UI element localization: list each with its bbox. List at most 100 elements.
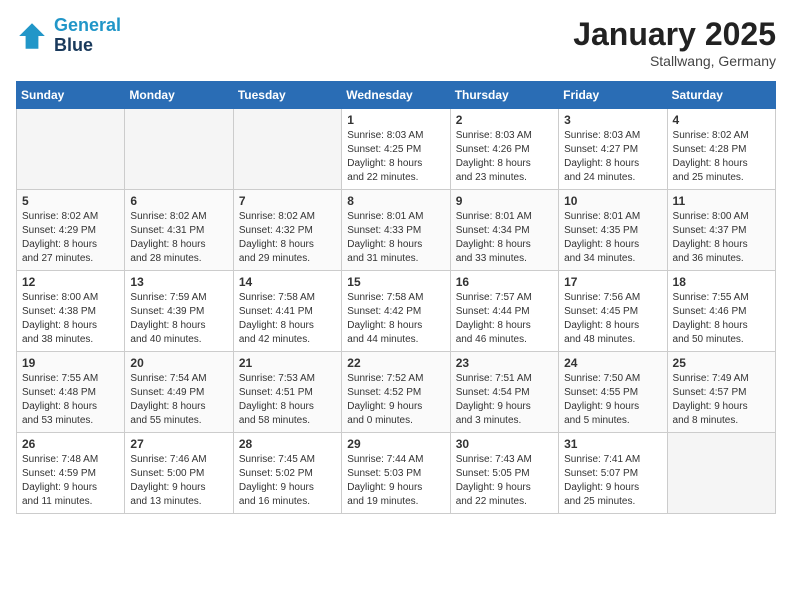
- day-info: Sunrise: 7:41 AMSunset: 5:07 PMDaylight:…: [564, 453, 661, 509]
- calendar-cell: 5 Sunrise: 8:02 AMSunset: 4:29 PMDaylight…: [17, 190, 125, 271]
- day-info: Sunrise: 7:51 AMSunset: 4:54 PMDaylight:…: [456, 372, 553, 428]
- weekday-header-tuesday: Tuesday: [233, 82, 341, 109]
- day-info: Sunrise: 7:53 AMSunset: 4:51 PMDaylight:…: [239, 372, 336, 428]
- day-info: Sunrise: 8:01 AMSunset: 4:33 PMDaylight:…: [347, 210, 444, 266]
- calendar-cell: 4 Sunrise: 8:02 AMSunset: 4:28 PMDaylight…: [667, 109, 775, 190]
- day-info: Sunrise: 7:48 AMSunset: 4:59 PMDaylight:…: [22, 453, 119, 509]
- day-number: 24: [564, 356, 661, 370]
- calendar-week-5: 26 Sunrise: 7:48 AMSunset: 4:59 PMDayligh…: [17, 433, 776, 514]
- day-info: Sunrise: 7:52 AMSunset: 4:52 PMDaylight:…: [347, 372, 444, 428]
- calendar-cell: 17Sunrise: 7:56 AMSunset: 4:45 PMDayligh…: [559, 271, 667, 352]
- day-number: 12: [22, 275, 119, 289]
- day-info: Sunrise: 8:02 AMSunset: 4:28 PMDaylight:…: [673, 129, 770, 185]
- day-number: 22: [347, 356, 444, 370]
- day-info: Sunrise: 8:03 AMSunset: 4:26 PMDaylight:…: [456, 129, 553, 185]
- calendar-cell: 8 Sunrise: 8:01 AMSunset: 4:33 PMDaylight…: [342, 190, 450, 271]
- calendar-cell: 10Sunrise: 8:01 AMSunset: 4:35 PMDayligh…: [559, 190, 667, 271]
- day-info: Sunrise: 8:02 AMSunset: 4:32 PMDaylight:…: [239, 210, 336, 266]
- day-info: Sunrise: 7:54 AMSunset: 4:49 PMDaylight:…: [130, 372, 227, 428]
- day-number: 27: [130, 437, 227, 451]
- logo-icon: [16, 20, 48, 52]
- weekday-header-row: SundayMondayTuesdayWednesdayThursdayFrid…: [17, 82, 776, 109]
- calendar-cell: 31 Sunrise: 7:41 AMSunset: 5:07 PMDayligh…: [559, 433, 667, 514]
- day-info: Sunrise: 7:55 AMSunset: 4:46 PMDaylight:…: [673, 291, 770, 347]
- calendar-cell: 24 Sunrise: 7:50 AMSunset: 4:55 PMDayligh…: [559, 352, 667, 433]
- day-number: 20: [130, 356, 227, 370]
- weekday-header-saturday: Saturday: [667, 82, 775, 109]
- day-number: 8: [347, 194, 444, 208]
- day-number: 23: [456, 356, 553, 370]
- day-number: 7: [239, 194, 336, 208]
- day-number: 15: [347, 275, 444, 289]
- calendar-cell: [17, 109, 125, 190]
- location: Stallwang, Germany: [573, 53, 776, 69]
- calendar-cell: 27 Sunrise: 7:46 AMSunset: 5:00 PMDayligh…: [125, 433, 233, 514]
- day-number: 9: [456, 194, 553, 208]
- calendar-cell: 13Sunrise: 7:59 AMSunset: 4:39 PMDayligh…: [125, 271, 233, 352]
- weekday-header-monday: Monday: [125, 82, 233, 109]
- day-number: 5: [22, 194, 119, 208]
- day-number: 3: [564, 113, 661, 127]
- calendar-cell: 11 Sunrise: 8:00 AMSunset: 4:37 PMDayligh…: [667, 190, 775, 271]
- day-info: Sunrise: 8:00 AMSunset: 4:38 PMDaylight:…: [22, 291, 119, 347]
- logo: General Blue: [16, 16, 121, 56]
- day-info: Sunrise: 7:58 AMSunset: 4:41 PMDaylight:…: [239, 291, 336, 347]
- calendar-cell: 23 Sunrise: 7:51 AMSunset: 4:54 PMDayligh…: [450, 352, 558, 433]
- day-number: 16: [456, 275, 553, 289]
- calendar-cell: 3Sunrise: 8:03 AMSunset: 4:27 PMDaylight…: [559, 109, 667, 190]
- weekday-header-sunday: Sunday: [17, 82, 125, 109]
- calendar-cell: [125, 109, 233, 190]
- calendar-cell: 1Sunrise: 8:03 AMSunset: 4:25 PMDaylight…: [342, 109, 450, 190]
- calendar-cell: 16 Sunrise: 7:57 AMSunset: 4:44 PMDayligh…: [450, 271, 558, 352]
- day-number: 31: [564, 437, 661, 451]
- calendar-week-3: 12 Sunrise: 8:00 AMSunset: 4:38 PMDayligh…: [17, 271, 776, 352]
- calendar-cell: 14 Sunrise: 7:58 AMSunset: 4:41 PMDayligh…: [233, 271, 341, 352]
- day-number: 26: [22, 437, 119, 451]
- calendar-week-2: 5 Sunrise: 8:02 AMSunset: 4:29 PMDaylight…: [17, 190, 776, 271]
- calendar-cell: 28Sunrise: 7:45 AMSunset: 5:02 PMDayligh…: [233, 433, 341, 514]
- calendar-table: SundayMondayTuesdayWednesdayThursdayFrid…: [16, 81, 776, 514]
- calendar-cell: 30 Sunrise: 7:43 AMSunset: 5:05 PMDayligh…: [450, 433, 558, 514]
- logo-text: General Blue: [54, 16, 121, 56]
- day-number: 2: [456, 113, 553, 127]
- day-info: Sunrise: 7:59 AMSunset: 4:39 PMDaylight:…: [130, 291, 227, 347]
- calendar-week-4: 19Sunrise: 7:55 AMSunset: 4:48 PMDayligh…: [17, 352, 776, 433]
- day-number: 14: [239, 275, 336, 289]
- day-info: Sunrise: 7:45 AMSunset: 5:02 PMDaylight:…: [239, 453, 336, 509]
- day-number: 30: [456, 437, 553, 451]
- calendar-cell: 20 Sunrise: 7:54 AMSunset: 4:49 PMDayligh…: [125, 352, 233, 433]
- calendar-cell: 22 Sunrise: 7:52 AMSunset: 4:52 PMDayligh…: [342, 352, 450, 433]
- calendar-cell: 19Sunrise: 7:55 AMSunset: 4:48 PMDayligh…: [17, 352, 125, 433]
- calendar-cell: 18 Sunrise: 7:55 AMSunset: 4:46 PMDayligh…: [667, 271, 775, 352]
- weekday-header-friday: Friday: [559, 82, 667, 109]
- day-info: Sunrise: 7:49 AMSunset: 4:57 PMDaylight:…: [673, 372, 770, 428]
- day-number: 19: [22, 356, 119, 370]
- day-number: 4: [673, 113, 770, 127]
- calendar-cell: 29Sunrise: 7:44 AMSunset: 5:03 PMDayligh…: [342, 433, 450, 514]
- day-info: Sunrise: 8:01 AMSunset: 4:35 PMDaylight:…: [564, 210, 661, 266]
- calendar-cell: 12 Sunrise: 8:00 AMSunset: 4:38 PMDayligh…: [17, 271, 125, 352]
- day-info: Sunrise: 8:03 AMSunset: 4:25 PMDaylight:…: [347, 129, 444, 185]
- calendar-cell: [233, 109, 341, 190]
- calendar-cell: 9Sunrise: 8:01 AMSunset: 4:34 PMDaylight…: [450, 190, 558, 271]
- page-header: General Blue January 2025 Stallwang, Ger…: [16, 16, 776, 69]
- day-info: Sunrise: 8:02 AMSunset: 4:31 PMDaylight:…: [130, 210, 227, 266]
- day-number: 25: [673, 356, 770, 370]
- month-year: January 2025: [573, 16, 776, 53]
- day-info: Sunrise: 7:43 AMSunset: 5:05 PMDaylight:…: [456, 453, 553, 509]
- day-number: 11: [673, 194, 770, 208]
- day-info: Sunrise: 8:00 AMSunset: 4:37 PMDaylight:…: [673, 210, 770, 266]
- calendar-cell: 15 Sunrise: 7:58 AMSunset: 4:42 PMDayligh…: [342, 271, 450, 352]
- calendar-cell: [667, 433, 775, 514]
- day-info: Sunrise: 7:50 AMSunset: 4:55 PMDaylight:…: [564, 372, 661, 428]
- title-block: January 2025 Stallwang, Germany: [573, 16, 776, 69]
- calendar-cell: 6Sunrise: 8:02 AMSunset: 4:31 PMDaylight…: [125, 190, 233, 271]
- calendar-week-1: 1Sunrise: 8:03 AMSunset: 4:25 PMDaylight…: [17, 109, 776, 190]
- day-number: 29: [347, 437, 444, 451]
- day-info: Sunrise: 7:46 AMSunset: 5:00 PMDaylight:…: [130, 453, 227, 509]
- weekday-header-wednesday: Wednesday: [342, 82, 450, 109]
- day-number: 18: [673, 275, 770, 289]
- day-info: Sunrise: 7:58 AMSunset: 4:42 PMDaylight:…: [347, 291, 444, 347]
- day-info: Sunrise: 8:02 AMSunset: 4:29 PMDaylight:…: [22, 210, 119, 266]
- day-info: Sunrise: 7:57 AMSunset: 4:44 PMDaylight:…: [456, 291, 553, 347]
